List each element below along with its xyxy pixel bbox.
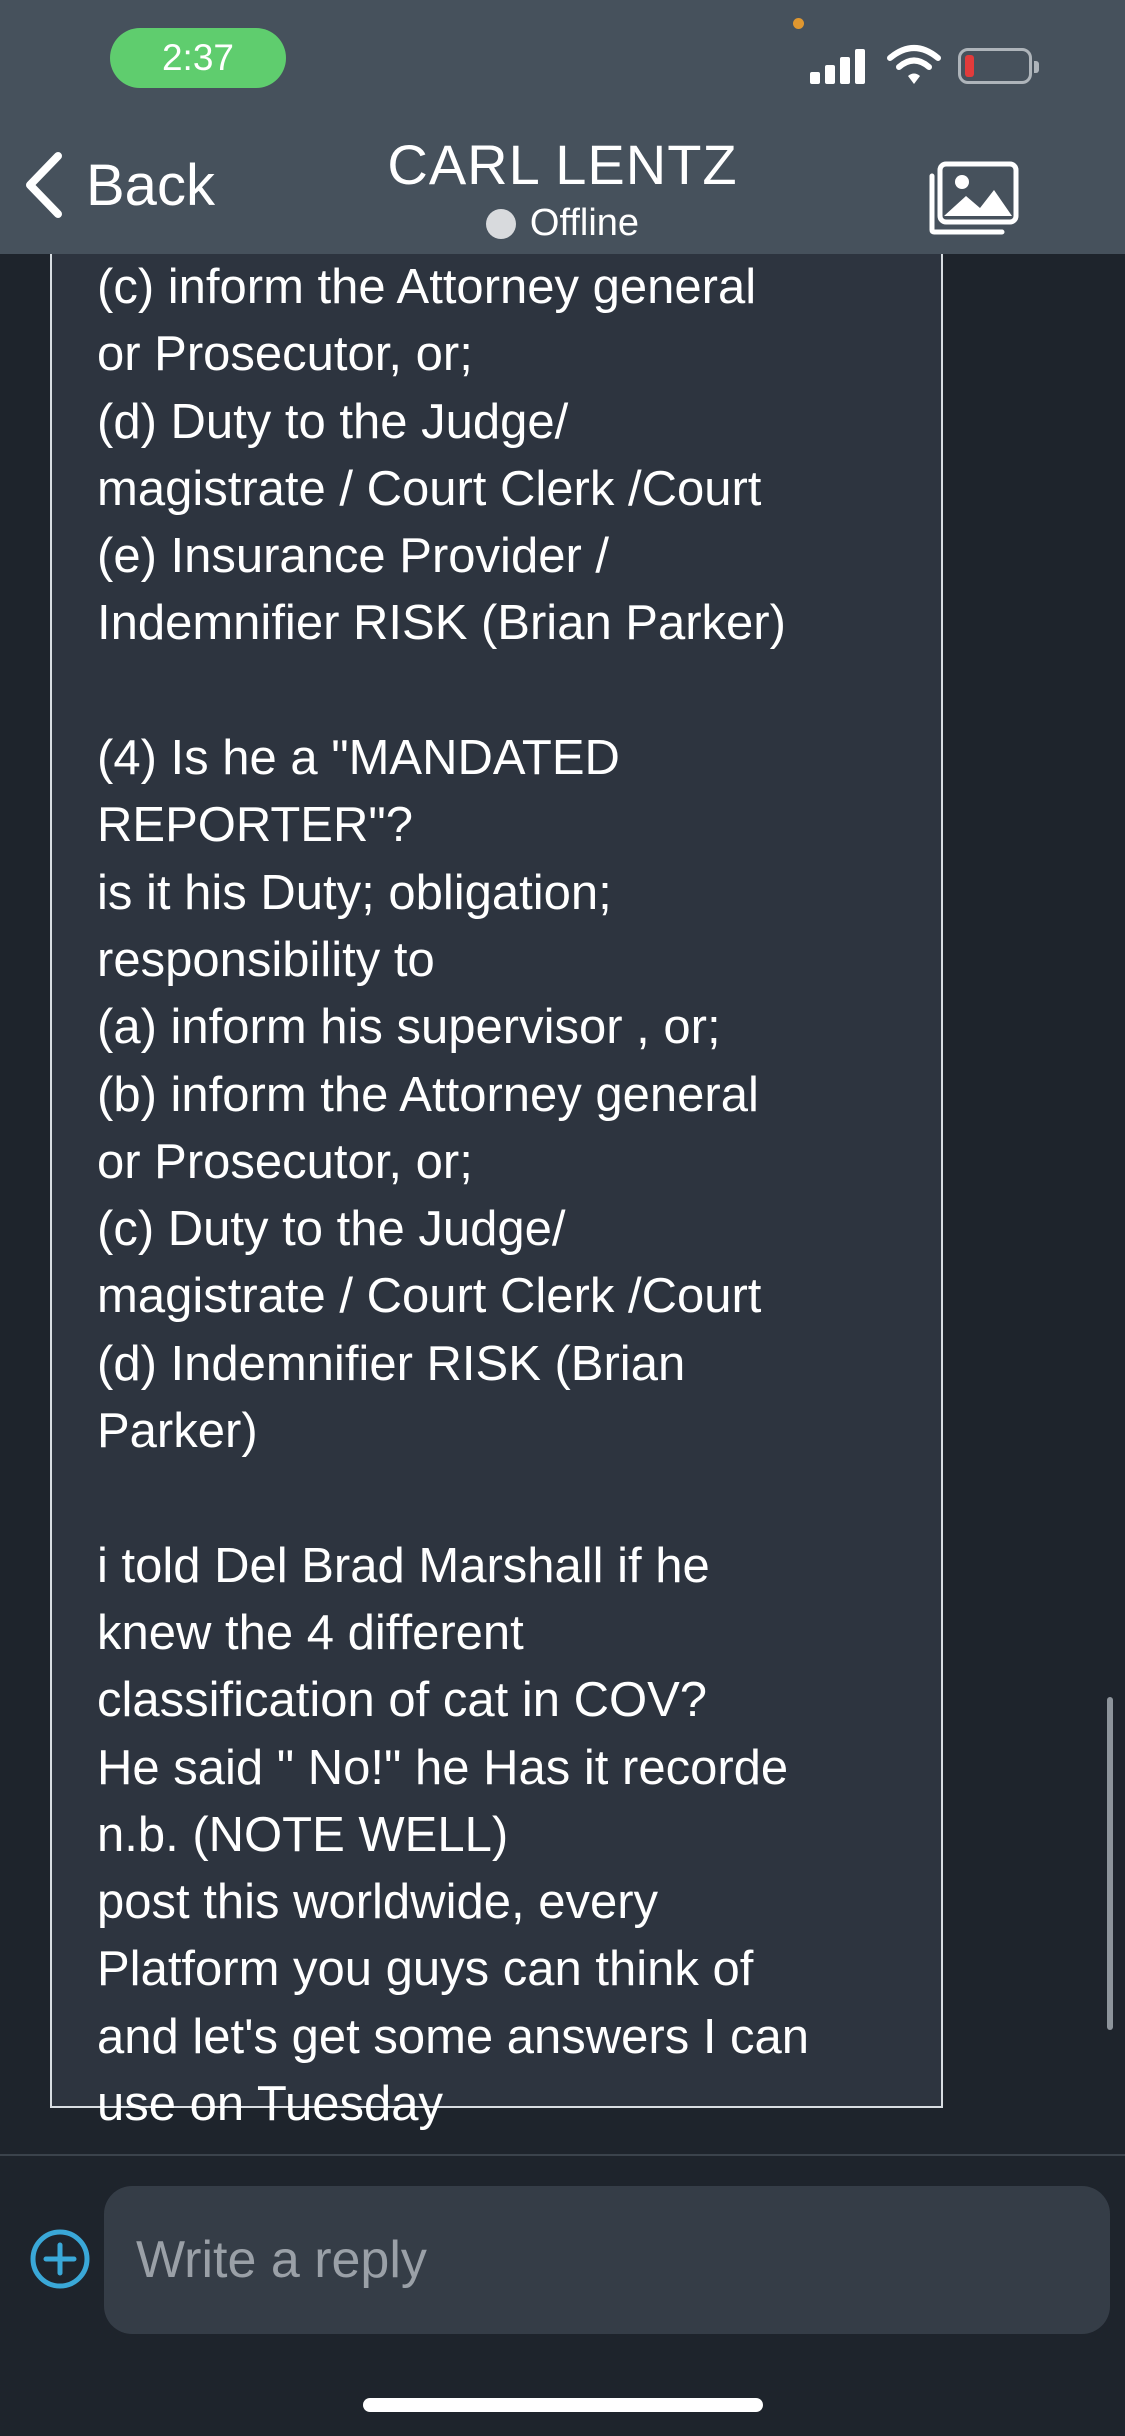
status-label: Offline <box>529 202 640 244</box>
message-thread[interactable]: (c) inform the Attorney general or Prose… <box>0 254 1125 2154</box>
reply-input[interactable] <box>104 2186 1110 2334</box>
top-bar: 2:37 Back CARL LENTZ Offline <box>0 0 1125 254</box>
presence-dot <box>485 208 516 239</box>
status-time: 2:37 <box>110 28 286 88</box>
plus-circle-icon[interactable] <box>28 2227 92 2291</box>
scrollbar[interactable] <box>1107 1697 1113 2030</box>
gallery-icon[interactable] <box>926 160 1020 236</box>
camera-indicator-dot <box>793 18 804 29</box>
wifi-icon <box>887 45 941 84</box>
home-indicator[interactable] <box>363 2398 763 2412</box>
cellular-signal-icon <box>810 44 870 84</box>
message-text: (c) inform the Attorney general or Prose… <box>97 260 810 2132</box>
battery-icon <box>958 48 1039 84</box>
